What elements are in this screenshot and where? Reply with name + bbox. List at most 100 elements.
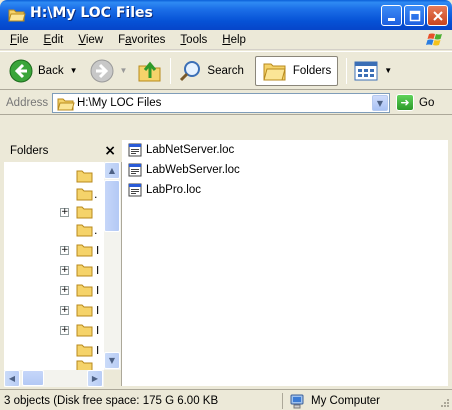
windows-logo-icon [421, 31, 449, 49]
forward-button[interactable]: ▼ [87, 55, 131, 87]
tree-item[interactable]: + I [4, 242, 104, 260]
tree-expand-icon[interactable]: + [60, 208, 69, 217]
menu-view[interactable]: View [72, 34, 112, 46]
views-button[interactable]: ▼ [351, 55, 395, 87]
folders-pane-header: Folders × [4, 140, 122, 162]
tree-expand-icon[interactable]: + [60, 326, 69, 335]
tree-item[interactable] [4, 168, 104, 186]
folder-icon [76, 304, 93, 317]
tree-item-label: I [96, 264, 100, 277]
scroll-thumb[interactable] [104, 180, 120, 232]
folder-icon [76, 324, 93, 337]
close-button[interactable] [427, 5, 448, 26]
folders-vertical-scrollbar[interactable]: ▲ ▼ [104, 162, 121, 370]
maximize-button[interactable] [404, 5, 425, 26]
menu-file-mnemonic: F [10, 33, 18, 46]
folders-horizontal-scrollbar[interactable]: ◀ ▶ [4, 370, 104, 387]
menu-bar: File Edit View Favorites Tools Help [0, 30, 452, 50]
chevron-down-icon: ▼ [376, 98, 384, 108]
folders-icon [263, 63, 286, 80]
file-name: LabPro.loc [146, 184, 201, 196]
menu-view-rest: iew [85, 33, 104, 46]
file-name: LabNetServer.loc [146, 144, 235, 156]
scroll-down-button[interactable]: ▼ [104, 352, 120, 369]
explorer-window: H:\My LOC Files File Edit View Favorites… [0, 0, 452, 410]
address-input[interactable]: H:\My LOC Files ▼ [52, 93, 390, 113]
tree-item[interactable] [4, 358, 104, 370]
status-bar: 3 objects (Disk free space: 175 G 6.00 K… [0, 389, 452, 410]
chevron-left-icon: ◀ [8, 374, 16, 383]
menu-help[interactable]: Help [216, 34, 255, 46]
tree-expand-icon[interactable]: + [60, 306, 69, 315]
back-button[interactable]: Back ▼ [6, 55, 81, 87]
address-value: H:\My LOC Files [77, 97, 162, 109]
toolbar-separator [346, 57, 348, 84]
tree-item-label: I [96, 304, 100, 317]
window-title: H:\My LOC Files [30, 5, 153, 21]
tree-item[interactable]: + [4, 204, 104, 222]
scrollbar-corner [104, 370, 121, 387]
maximize-icon [409, 10, 420, 21]
resize-grip-icon[interactable] [438, 396, 450, 408]
address-dropdown-button[interactable]: ▼ [372, 95, 388, 111]
file-list[interactable]: LabNetServer.loc LabWebServer.loc LabPro… [122, 140, 448, 386]
tree-item[interactable]: + I [4, 322, 104, 340]
folder-tree[interactable]: . + . + I + I + I + I + I I [4, 162, 104, 370]
menu-edit[interactable]: Edit [38, 34, 73, 46]
menu-tools[interactable]: Tools [174, 34, 216, 46]
menu-favorites[interactable]: Favorites [112, 34, 174, 46]
up-folder-button[interactable] [134, 55, 166, 87]
folder-icon [76, 206, 93, 219]
folders-label: Folders [292, 64, 332, 77]
tree-expand-icon[interactable]: + [60, 246, 69, 255]
folder-icon [76, 264, 93, 277]
scroll-thumb[interactable] [22, 370, 44, 386]
menu-help-rest: elp [230, 33, 246, 46]
folder-icon [76, 244, 93, 257]
tree-item-label: I [96, 344, 100, 357]
minimize-button[interactable] [381, 5, 402, 26]
title-bar[interactable]: H:\My LOC Files [0, 0, 452, 30]
my-computer-icon [290, 394, 304, 408]
tree-expand-icon[interactable]: + [60, 286, 69, 295]
chevron-up-icon: ▲ [108, 166, 116, 175]
forward-arrow-icon [90, 59, 113, 82]
back-dropdown-icon[interactable]: ▼ [70, 66, 78, 75]
file-item[interactable]: LabPro.loc [128, 182, 201, 198]
scroll-left-button[interactable]: ◀ [4, 370, 20, 387]
back-arrow-icon [9, 59, 33, 82]
status-location-label: My Computer [311, 395, 381, 407]
folders-pane-close-button[interactable]: × [104, 143, 116, 159]
tree-expand-icon[interactable]: + [60, 266, 69, 275]
tree-item[interactable]: + I [4, 302, 104, 320]
go-label: Go [419, 96, 435, 109]
scroll-right-button[interactable]: ▶ [87, 370, 103, 387]
tree-item[interactable]: . [4, 222, 104, 240]
search-label: Search [207, 64, 244, 77]
views-dropdown-icon[interactable]: ▼ [384, 66, 392, 75]
menu-edit-rest: dit [51, 33, 64, 46]
folder-icon [76, 344, 93, 357]
tree-item[interactable]: + I [4, 282, 104, 300]
scroll-up-button[interactable]: ▲ [104, 162, 120, 179]
forward-dropdown-icon[interactable]: ▼ [120, 66, 128, 75]
tree-item-label: . [94, 224, 98, 237]
address-bar: Address H:\My LOC Files ▼ ➜ Go [0, 91, 452, 115]
go-button[interactable]: ➜ Go [396, 94, 434, 111]
file-item[interactable]: LabNetServer.loc [128, 142, 234, 158]
menu-help-mnemonic: H [222, 33, 231, 46]
tree-item[interactable]: . [4, 186, 104, 204]
folder-icon [76, 360, 93, 370]
tree-item[interactable]: + I [4, 262, 104, 280]
tree-item-label: I [96, 284, 100, 297]
tree-item-label: . [94, 188, 98, 201]
folder-icon [76, 224, 93, 237]
file-item[interactable]: LabWebServer.loc [128, 162, 240, 178]
search-button[interactable]: Search [175, 55, 246, 87]
menu-file[interactable]: File [4, 34, 38, 46]
search-icon [180, 60, 201, 81]
folders-toggle-button[interactable]: Folders [254, 55, 339, 86]
address-label: Address [6, 96, 49, 109]
views-icon [354, 61, 378, 80]
folders-pane-title: Folders [10, 145, 49, 157]
